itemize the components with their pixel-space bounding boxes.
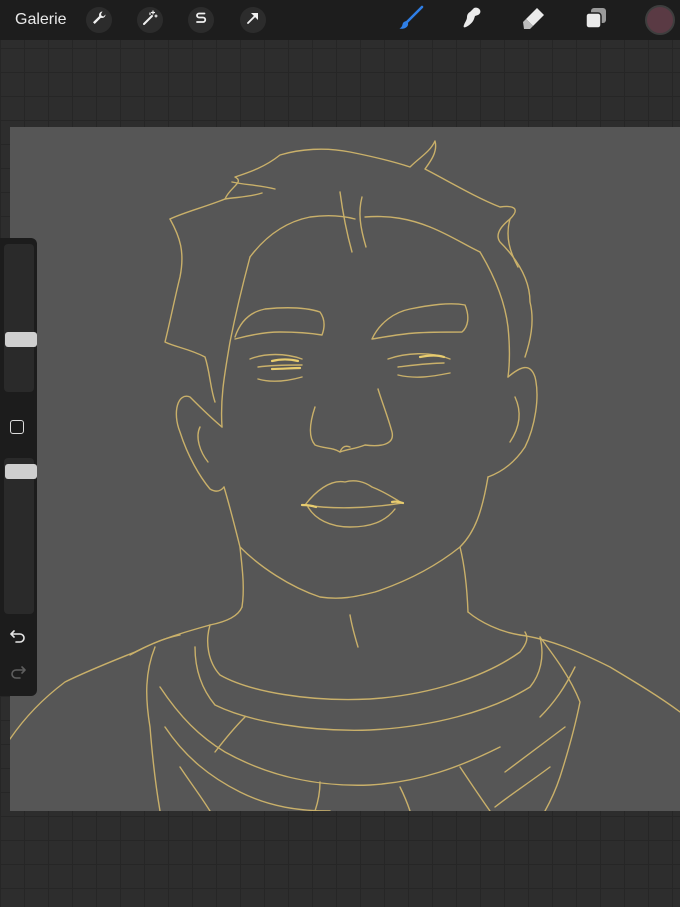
color-picker-button[interactable] xyxy=(645,5,675,35)
brush-tool-button[interactable] xyxy=(396,5,426,35)
line-art-drawing xyxy=(10,140,680,811)
smudge-icon xyxy=(459,5,485,36)
layers-icon xyxy=(583,5,609,36)
eraser-icon xyxy=(521,5,547,36)
brush-icon xyxy=(397,4,425,37)
magic-wand-icon xyxy=(142,9,158,31)
selection-s-icon xyxy=(193,10,209,31)
procreate-workspace: Galerie xyxy=(0,0,680,907)
redo-button[interactable] xyxy=(8,664,28,684)
brush-size-thumb[interactable] xyxy=(5,332,37,347)
opacity-thumb[interactable] xyxy=(5,464,37,479)
smudge-tool-button[interactable] xyxy=(457,5,487,35)
opacity-slider[interactable] xyxy=(4,458,37,614)
transform-arrow-icon xyxy=(245,10,261,31)
layers-button[interactable] xyxy=(581,5,611,35)
square-icon[interactable] xyxy=(10,420,24,434)
redo-icon xyxy=(9,663,27,686)
brush-sidebar xyxy=(0,238,37,696)
gallery-button[interactable]: Galerie xyxy=(15,10,67,30)
undo-icon xyxy=(9,627,27,650)
wrench-icon xyxy=(91,10,107,31)
actions-button[interactable] xyxy=(86,7,112,33)
brush-size-slider[interactable] xyxy=(4,244,37,392)
drawing-canvas[interactable] xyxy=(10,127,680,811)
adjustments-button[interactable] xyxy=(137,7,163,33)
selection-button[interactable] xyxy=(188,7,214,33)
top-toolbar: Galerie xyxy=(0,0,680,40)
eraser-tool-button[interactable] xyxy=(519,5,549,35)
undo-button[interactable] xyxy=(8,628,28,648)
transform-button[interactable] xyxy=(240,7,266,33)
